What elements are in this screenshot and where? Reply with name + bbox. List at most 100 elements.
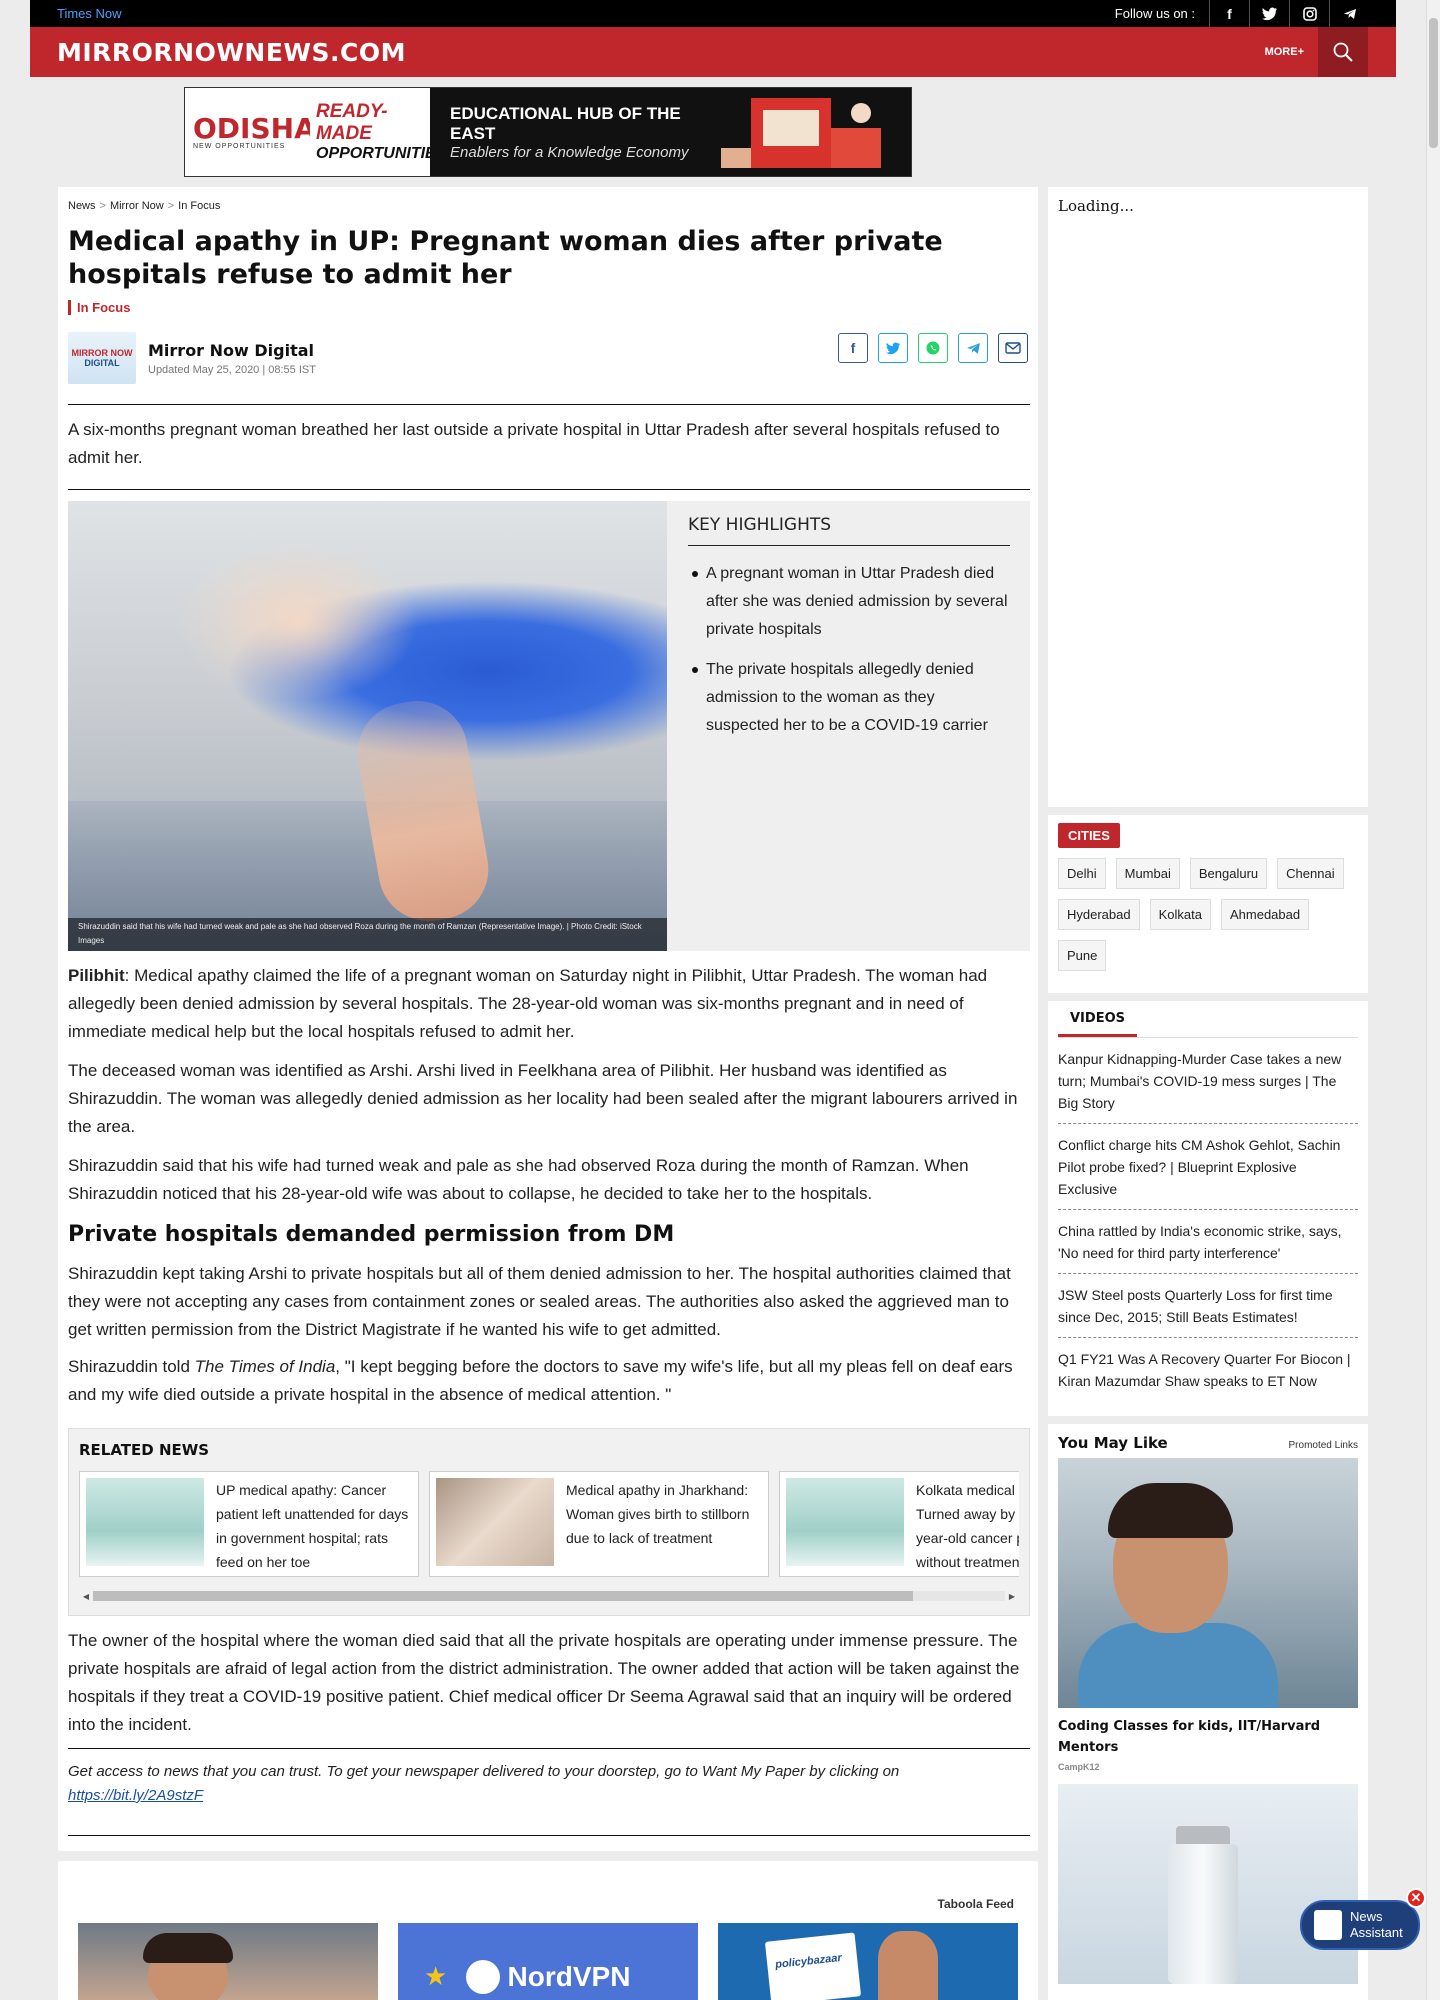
key-highlight-item: A pregnant woman in Uttar Pradesh died a… bbox=[692, 560, 1010, 644]
related-news: RELATED NEWS UP medical apathy: Cancer p… bbox=[68, 1428, 1030, 1616]
related-news-card[interactable]: UP medical apathy: Cancer patient left u… bbox=[79, 1471, 419, 1577]
ad-ready-line2: OPPORTUNITIES bbox=[316, 145, 447, 162]
breadcrumb-news[interactable]: News bbox=[68, 200, 96, 212]
ad-edu-line1: EDUCATIONAL HUB OF THE EAST bbox=[450, 103, 681, 143]
cities-widget: CITIES Delhi Mumbai Bengaluru Chennai Hy… bbox=[1048, 815, 1368, 993]
policybazaar-label: policybazaar bbox=[764, 1932, 862, 2000]
share-whatsapp-icon[interactable] bbox=[918, 333, 948, 363]
window-scroll-thumb[interactable] bbox=[1429, 18, 1438, 148]
article-paragraph: Shirazuddin told The Times of India, "I … bbox=[68, 1353, 1030, 1409]
promoted-links-label[interactable]: Promoted Links bbox=[1289, 1440, 1358, 1451]
follow-us: Follow us on : f bbox=[1115, 0, 1369, 27]
related-headline[interactable]: Medical apathy in Jharkhand: Woman gives… bbox=[566, 1478, 762, 1570]
city-chip[interactable]: Ahmedabad bbox=[1220, 899, 1310, 930]
sponsored-source: CampK12 bbox=[1058, 1762, 1100, 1772]
ad-banner[interactable]: ODISHA NEW OPPORTUNITIES READY-MADE OPPO… bbox=[184, 87, 912, 177]
star-icon: ★ bbox=[424, 1961, 448, 1991]
city-chip[interactable]: Hyderabad bbox=[1058, 899, 1140, 930]
videos-label[interactable]: VIDEOS bbox=[1058, 1001, 1137, 1037]
scroll-left-icon[interactable]: ◀ bbox=[79, 1592, 93, 1601]
video-item[interactable]: JSW Steel posts Quarterly Loss for first… bbox=[1058, 1274, 1358, 1338]
video-item[interactable]: Q1 FY21 Was A Recovery Quarter For Bioco… bbox=[1058, 1338, 1358, 1401]
share-twitter-icon[interactable] bbox=[878, 333, 908, 363]
section-tag[interactable]: In Focus bbox=[68, 300, 130, 315]
divider bbox=[68, 489, 1030, 490]
related-news-card[interactable]: Medical apathy in Jharkhand: Woman gives… bbox=[429, 1471, 769, 1577]
footnote: Get access to news that you can trust. T… bbox=[68, 1760, 1030, 1808]
related-news-card[interactable]: Kolkata medical apathy: Turned away by h… bbox=[779, 1471, 1019, 1577]
related-thumbnail bbox=[436, 1478, 554, 1566]
scroll-right-icon[interactable]: ▶ bbox=[1005, 1592, 1019, 1601]
article-paragraph: The owner of the hospital where the woma… bbox=[68, 1631, 1020, 1734]
news-assistant-widget[interactable]: News Assistant ✕ bbox=[1300, 1888, 1426, 1950]
cities-label: CITIES bbox=[1058, 823, 1120, 848]
author-avatar-line2: DIGITAL bbox=[84, 358, 120, 368]
article-title: Medical apathy in UP: Pregnant woman die… bbox=[68, 226, 943, 290]
video-item[interactable]: Kanpur Kidnapping-Murder Case takes a ne… bbox=[1058, 1038, 1358, 1124]
taboola-card[interactable]: policybazaar bbox=[718, 1923, 1018, 2000]
ad-odisha-text: ODISHA bbox=[193, 111, 316, 145]
ad-odisha-sub: NEW OPPORTUNITIES bbox=[193, 142, 286, 150]
updated-timestamp: Updated May 25, 2020 | 08:55 IST bbox=[148, 363, 316, 376]
twitter-icon[interactable] bbox=[1249, 0, 1289, 27]
sponsored-headline[interactable]: Coding Classes for kids, IIT/Harvard Men… bbox=[1058, 1716, 1358, 1758]
city-chip[interactable]: Bengaluru bbox=[1189, 858, 1268, 889]
city-chip[interactable]: Kolkata bbox=[1149, 899, 1211, 930]
key-highlights: KEY HIGHLIGHTS A pregnant woman in Uttar… bbox=[688, 515, 1010, 752]
city-chip[interactable]: Chennai bbox=[1277, 858, 1344, 889]
masthead: MIRRORNOWNEWS.COM MORE+ bbox=[30, 27, 1396, 77]
article-paragraph: Shirazuddin said that his wife had turne… bbox=[68, 1156, 969, 1203]
sidebar-ad-slot: Loading... bbox=[1048, 187, 1368, 807]
share-telegram-icon[interactable] bbox=[958, 333, 988, 363]
sponsored-image[interactable] bbox=[1058, 1458, 1358, 1708]
more-menu-button[interactable]: MORE+ bbox=[1265, 46, 1304, 58]
divider bbox=[68, 1748, 1030, 1749]
ad-edu: EDUCATIONAL HUB OF THE EAST Enablers for… bbox=[430, 104, 711, 161]
taboola-feed: Taboola Feed ★ NordVPN policybazaar bbox=[58, 1861, 1038, 2000]
ad-odisha-logo: ODISHA NEW OPPORTUNITIES bbox=[185, 88, 316, 176]
related-news-carousel: UP medical apathy: Cancer patient left u… bbox=[79, 1471, 1019, 1577]
related-headline[interactable]: Kolkata medical apathy: Turned away by h… bbox=[916, 1478, 1019, 1570]
facebook-icon[interactable]: f bbox=[1209, 0, 1249, 27]
sponsored-image[interactable] bbox=[1058, 1784, 1358, 1984]
ad-edu-line2: Enablers for a Knowledge Economy bbox=[450, 143, 689, 161]
related-headline[interactable]: UP medical apathy: Cancer patient left u… bbox=[216, 1478, 412, 1570]
news-assistant-line1: News bbox=[1350, 1909, 1383, 1924]
share-email-icon[interactable] bbox=[998, 333, 1028, 363]
breadcrumb-mirror-now[interactable]: Mirror Now bbox=[110, 200, 164, 212]
city-chip[interactable]: Pune bbox=[1058, 940, 1107, 971]
news-assistant-icon bbox=[1314, 1910, 1342, 1940]
instagram-icon[interactable] bbox=[1289, 0, 1329, 27]
dateline: Pilibhit bbox=[68, 966, 125, 985]
news-assistant-line2: Assistant bbox=[1350, 1925, 1403, 1940]
close-icon[interactable]: ✕ bbox=[1406, 1888, 1426, 1908]
city-chip[interactable]: Mumbai bbox=[1115, 858, 1180, 889]
scroll-thumb[interactable] bbox=[93, 1591, 913, 1601]
author-name[interactable]: Mirror Now Digital bbox=[148, 341, 316, 360]
paragraph-text: : Medical apathy claimed the life of a p… bbox=[68, 966, 988, 1041]
taboola-card[interactable]: ★ NordVPN bbox=[398, 1923, 698, 2000]
hero-section: Shirazuddin said that his wife had turne… bbox=[68, 501, 1030, 951]
share-buttons: f bbox=[838, 333, 1028, 363]
want-my-paper-link[interactable]: https://bit.ly/2A9stzF bbox=[68, 1787, 203, 1804]
related-scrollbar[interactable]: ◀ ▶ bbox=[79, 1589, 1019, 1603]
search-button[interactable] bbox=[1318, 27, 1368, 77]
window-scrollbar[interactable] bbox=[1426, 0, 1440, 2000]
taboola-label[interactable]: Taboola Feed bbox=[938, 1897, 1014, 1911]
taboola-card[interactable] bbox=[78, 1923, 378, 2000]
site-logo[interactable]: MIRRORNOWNEWS.COM bbox=[57, 38, 406, 67]
ad-ready-made: READY-MADE OPPORTUNITIES bbox=[310, 88, 447, 176]
related-news-title: RELATED NEWS bbox=[79, 1441, 210, 1459]
divider bbox=[68, 404, 1030, 405]
video-item[interactable]: Conflict charge hits CM Ashok Gehlot, Sa… bbox=[1058, 1124, 1358, 1210]
you-may-like-title: You May Like bbox=[1058, 1434, 1168, 1452]
city-chip[interactable]: Delhi bbox=[1058, 858, 1106, 889]
hero-image: Shirazuddin said that his wife had turne… bbox=[68, 501, 667, 951]
article-paragraph: The deceased woman was identified as Ars… bbox=[68, 1061, 1018, 1136]
telegram-icon[interactable] bbox=[1329, 0, 1369, 27]
times-now-link[interactable]: Times Now bbox=[57, 6, 122, 21]
follow-label: Follow us on : bbox=[1114, 6, 1195, 21]
breadcrumb-in-focus[interactable]: In Focus bbox=[178, 200, 220, 212]
share-facebook-icon[interactable]: f bbox=[838, 333, 868, 363]
video-item[interactable]: China rattled by India's economic strike… bbox=[1058, 1210, 1358, 1274]
